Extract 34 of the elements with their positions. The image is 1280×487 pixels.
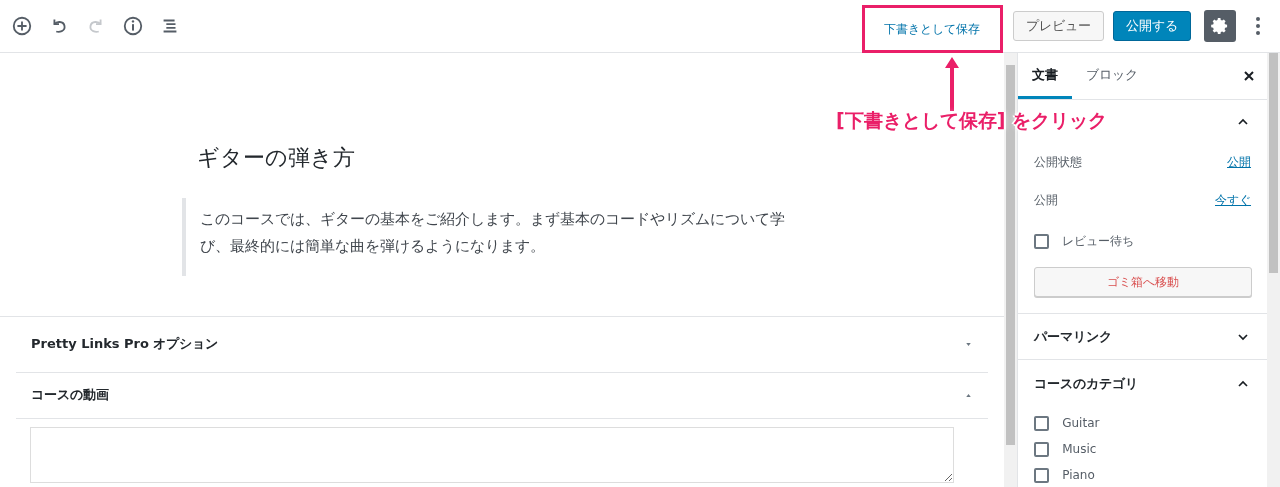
sidebar-tab[interactable]: ブロック [1072,53,1153,99]
checkbox-label: Piano [1062,467,1095,485]
trash-button[interactable]: ゴミ箱へ移動 [1034,267,1253,297]
scrollbar[interactable] [1267,53,1280,487]
video-input-field[interactable] [30,426,954,483]
setting-link[interactable]: 今すぐ [1215,191,1251,209]
info-icon[interactable] [121,14,145,38]
info-icon [122,15,144,37]
checkbox[interactable] [1034,441,1050,457]
meta-box-title: Pretty Links Pro オプション [31,335,219,354]
publish-button[interactable]: 公開する [1113,11,1192,41]
meta-box-title: コースの動画 [31,386,109,405]
meta-box-header[interactable]: Pretty Links Pro オプション [16,316,989,373]
preview-button[interactable]: プレビュー [1012,11,1104,41]
checkbox-label: Guitar [1062,415,1100,433]
panel-title: パーマリンク [1034,327,1113,346]
field-label: 公開状態 [1034,154,1083,171]
checkbox[interactable] [1034,415,1050,431]
meta-box-header[interactable]: コースの動画 [16,372,989,419]
save-draft-button[interactable]: 下書きとして保存 [864,19,1001,38]
checkbox-label: レビュー待ち [1062,233,1135,250]
checkbox-label: Music [1062,441,1097,459]
setting-link[interactable]: 公開 [1227,153,1251,171]
quote-paragraph[interactable]: このコースでは、ギターの基本をご紹介します。まず基本のコードやリズムについて学び、最終的には簡単な曲を弾けるようになります。 [182,198,802,276]
add-block-icon[interactable] [10,14,34,38]
panel-title: コースのカテゴリ [1034,374,1139,393]
checkbox[interactable] [1034,467,1050,483]
field-label: 公開 [1034,192,1059,209]
callout-label: [下書きとして保存] をクリック [836,108,1107,133]
checkbox[interactable] [1034,233,1050,249]
post-title[interactable]: ギターの弾き方 [197,141,1005,174]
add-block-icon [11,15,33,37]
settings-button[interactable] [1204,10,1237,42]
sidebar-tab[interactable]: 文書 [1018,53,1073,99]
